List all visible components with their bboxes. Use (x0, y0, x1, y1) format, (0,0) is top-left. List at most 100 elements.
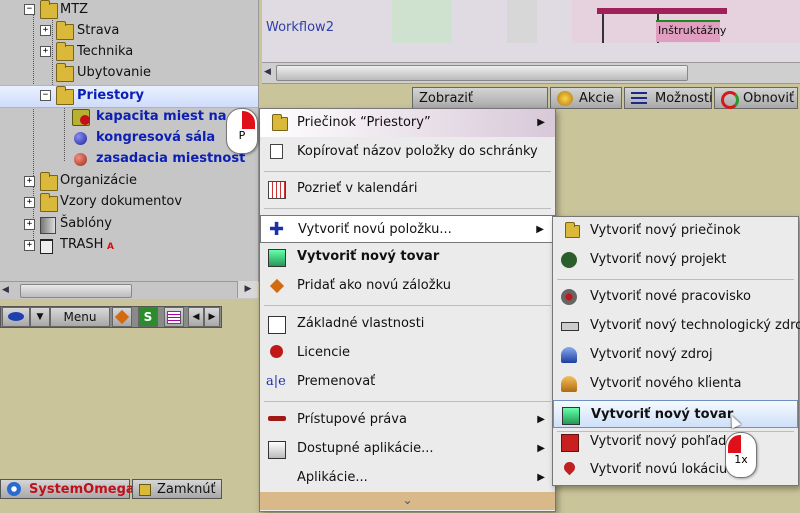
view-eye-button[interactable] (2, 307, 30, 327)
folder-icon (56, 86, 74, 105)
tree-node-trash[interactable]: + TRASH A (24, 235, 254, 255)
menu-item-label: Prístupové práva (297, 412, 407, 427)
tree-node-strava[interactable]: + Strava (40, 21, 250, 41)
menu-item-label: Premenovať (297, 374, 376, 389)
options-button[interactable]: Možnosti (624, 87, 713, 109)
timeline-marker (602, 14, 604, 44)
refresh-label: Obnoviť (743, 91, 795, 106)
submenu-arrow-icon: ▶ (537, 117, 545, 128)
prev-button[interactable]: ◀ (188, 307, 204, 327)
collapse-icon[interactable]: − (24, 4, 35, 15)
scroll-left-icon[interactable]: ◀ (264, 67, 271, 77)
collapse-icon[interactable]: − (40, 90, 51, 101)
menu-item-folder-priestory[interactable]: Priečinok “Priestory” ▶ (260, 109, 555, 137)
expand-icon[interactable]: + (40, 25, 51, 36)
submenu-item-new-workplace[interactable]: Vytvoriť nové pracovisko (553, 283, 798, 311)
scroll-right-icon[interactable]: ▶ (237, 281, 258, 298)
tree-node-mtz[interactable]: − MTZ (24, 0, 254, 20)
tree-node-label: zasadacia miestnosť (96, 151, 246, 166)
folder-icon (56, 42, 74, 61)
tree-node-organizacie[interactable]: + Organizácie (24, 171, 254, 191)
workflow-scrollbar[interactable]: ◀ (262, 62, 800, 84)
tree-node-label: TRASH (60, 237, 104, 252)
tree-node-label: MTZ (60, 2, 89, 17)
bookmark-button[interactable] (112, 307, 132, 327)
submenu-item-new-location[interactable]: Vytvoriť novú lokáciu (553, 456, 798, 484)
expand-icon[interactable]: + (24, 219, 35, 230)
submenu-item-new-view[interactable]: Vytvoriť nový pohľad (553, 428, 798, 456)
folder-icon (40, 193, 58, 212)
system-omega-logo-icon (7, 482, 21, 496)
submenu-item-new-folder[interactable]: Vytvoriť nový priečinok (553, 217, 798, 245)
submenu-item-new-resource[interactable]: Vytvoriť nový zdroj (553, 341, 798, 369)
context-menu: Priečinok “Priestory” ▶ Kopírovať názov … (259, 108, 556, 512)
view-icon (561, 434, 579, 452)
submenu-arrow-icon: ▶ (537, 414, 545, 425)
person-icon (561, 347, 577, 363)
menu-item-add-bookmark[interactable]: Pridať ako novú záložku (260, 272, 555, 300)
tree-node-kongresova-sala[interactable]: kongresová sála (72, 128, 242, 148)
actions-gear-icon (557, 91, 573, 106)
menu-item-access-rights[interactable]: Prístupové práva ▶ (260, 406, 555, 434)
expand-icon[interactable]: + (24, 240, 35, 251)
view-dropdown-button[interactable]: ▼ (30, 307, 50, 327)
tree-node-kapacita[interactable]: kapacita miest na (72, 107, 232, 127)
lock-icon (139, 484, 151, 496)
scroll-left-icon[interactable]: ◀ (2, 284, 14, 296)
menu-item-label: Vytvoriť novú položku... (298, 222, 452, 237)
submenu-item-new-tech-resource[interactable]: Vytvoriť nový technologický zdroj (553, 312, 800, 340)
menu-item-label: Kopírovať názov položky do schránky (297, 144, 538, 159)
expand-icon[interactable]: + (24, 176, 35, 187)
menu-item-licenses[interactable]: Licencie (260, 339, 555, 367)
timeline-bar[interactable] (597, 8, 727, 14)
tree-node-vzory-dokumentov[interactable]: + Vzory dokumentov (24, 192, 254, 212)
refresh-button[interactable]: Obnoviť (714, 87, 798, 109)
menu-item-create-new[interactable]: ✚ Vytvoriť novú položku... ▶ (260, 215, 555, 243)
chevron-right-icon: ▶ (208, 312, 216, 322)
tree-scroll-thumb[interactable] (20, 284, 132, 298)
show-reality-button[interactable]: Zobraziť skutočnosť (412, 87, 548, 128)
submenu-arrow-icon: ▶ (537, 472, 545, 483)
menu-item-available-apps[interactable]: Dostupné aplikácie... ▶ (260, 435, 555, 463)
apps-icon (268, 441, 286, 459)
lock-button[interactable]: Zamknúť (132, 479, 222, 499)
tech-resource-icon (561, 322, 579, 331)
menu-item-rename[interactable]: a|e Premenovať (260, 368, 555, 396)
actions-button[interactable]: Akcie (550, 87, 622, 109)
mouse-button-icon (728, 435, 741, 453)
menu-item-basic-properties[interactable]: Základné vlastnosti (260, 310, 555, 338)
submenu-item-new-goods[interactable]: Vytvoriť nový tovar (553, 400, 798, 428)
tree-node-technika[interactable]: + Technika (40, 42, 250, 62)
next-button[interactable]: ▶ (204, 307, 220, 327)
tree-node-label: Technika (77, 44, 134, 59)
tree-node-zasadacia-miestnost[interactable]: zasadacia miestnosť (72, 149, 252, 169)
submenu-item-new-project[interactable]: Vytvoriť nový projekt (553, 246, 798, 274)
menu-item-create-goods[interactable]: Vytvoriť nový tovar (260, 243, 555, 271)
submenu-item-label: Vytvoriť nový projekt (590, 252, 727, 267)
chevron-down-icon: ▼ (36, 312, 44, 322)
list-button[interactable] (164, 307, 184, 327)
timeline-event[interactable]: Inštruktážny (656, 20, 726, 42)
submenu-item-new-client[interactable]: Vytvoriť nového klienta (553, 370, 798, 398)
system-omega-button[interactable]: SystemOmega (0, 479, 135, 499)
workflow-scroll-thumb[interactable] (276, 65, 688, 81)
tree-node-sablony[interactable]: + Šablóny (24, 214, 254, 234)
plus-icon: ✚ (269, 219, 285, 240)
goods-icon (562, 407, 580, 425)
s-button[interactable]: S (138, 307, 158, 327)
submenu-item-label: Vytvoriť nové pracovisko (590, 289, 751, 304)
options-list-icon (631, 92, 647, 105)
menu-item-view-calendar[interactable]: Pozrieť v kalendári (260, 175, 555, 203)
tree-node-ubytovanie[interactable]: Ubytovanie (40, 63, 250, 83)
menu-scroll-down-button[interactable]: ⌄ (260, 492, 555, 510)
menu-item-applications[interactable]: Aplikácie... ▶ (260, 464, 555, 492)
tree-node-priestory[interactable]: − Priestory (40, 85, 250, 105)
expand-icon[interactable]: + (24, 197, 35, 208)
options-label: Možnosti (655, 91, 713, 106)
menu-separator (264, 401, 551, 402)
expand-icon[interactable]: + (40, 46, 51, 57)
menu-button[interactable]: Menu (50, 307, 110, 327)
folder-icon (56, 21, 74, 40)
refresh-icon (721, 91, 739, 109)
menu-item-copy-name[interactable]: Kopírovať názov položky do schránky (260, 138, 555, 166)
